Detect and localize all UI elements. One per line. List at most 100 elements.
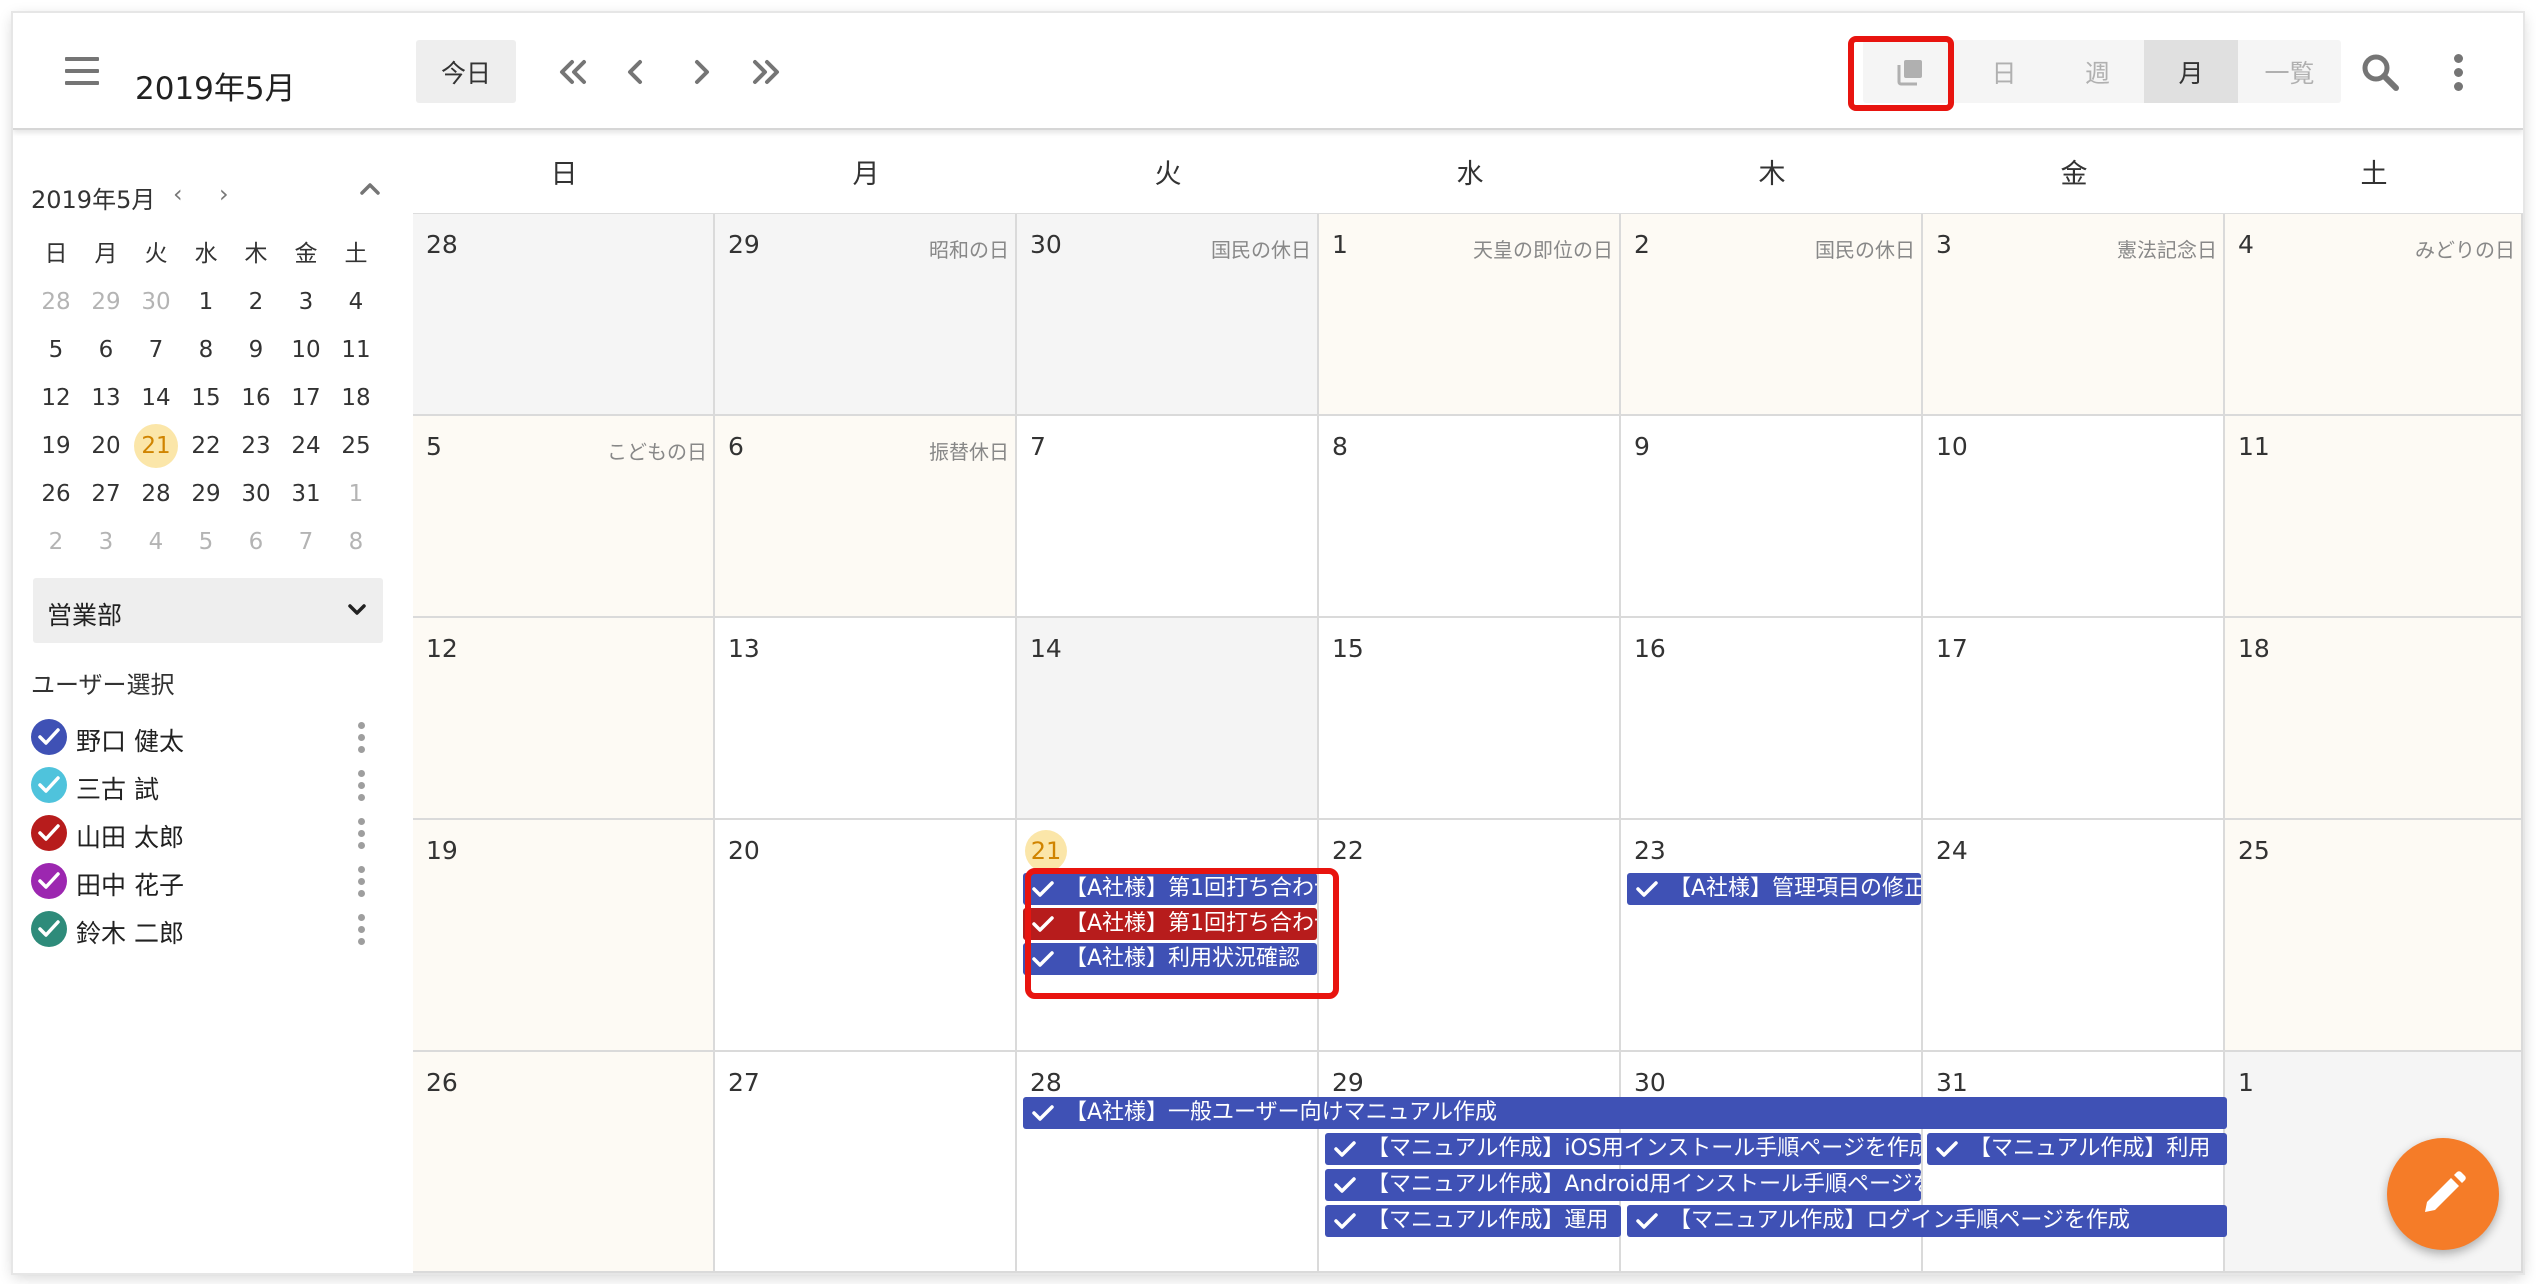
day-cell[interactable]: 15: [1319, 618, 1621, 820]
mini-day[interactable]: 28: [131, 470, 181, 518]
double-chevron-left-icon[interactable]: [552, 50, 596, 94]
mini-day[interactable]: 7: [281, 518, 331, 566]
day-cell[interactable]: 9: [1621, 416, 1923, 618]
mini-day[interactable]: 20: [81, 422, 131, 470]
day-cell[interactable]: 19: [413, 820, 715, 1052]
chevron-up-icon[interactable]: [355, 174, 385, 204]
create-event-button[interactable]: [2387, 1138, 2499, 1250]
day-cell[interactable]: 6 振替休日: [715, 416, 1017, 618]
day-cell[interactable]: 14: [1017, 618, 1319, 820]
mini-day[interactable]: 4: [331, 278, 381, 326]
event-chip[interactable]: 【A社様】管理項目の修正: [1627, 873, 1921, 905]
mini-day[interactable]: 26: [31, 470, 81, 518]
mini-day[interactable]: 19: [31, 422, 81, 470]
day-cell[interactable]: 26: [413, 1052, 715, 1273]
day-cell[interactable]: 30 国民の休日: [1017, 214, 1319, 416]
mini-day[interactable]: 2: [31, 518, 81, 566]
more-vertical-icon[interactable]: [2445, 50, 2473, 94]
mini-next-icon[interactable]: ›: [219, 180, 229, 208]
day-cell[interactable]: 17: [1923, 618, 2225, 820]
day-cell[interactable]: 20: [715, 820, 1017, 1052]
mini-day[interactable]: 3: [81, 518, 131, 566]
mini-day[interactable]: 27: [81, 470, 131, 518]
event-chip[interactable]: 【マニュアル作成】運用: [1325, 1205, 1621, 1237]
day-cell[interactable]: 1 天皇の即位の日: [1319, 214, 1621, 416]
mini-day[interactable]: 28: [31, 278, 81, 326]
day-cell[interactable]: 23: [1621, 820, 1923, 1052]
chevron-right-icon[interactable]: [679, 50, 723, 94]
event-chip[interactable]: 【A社様】第1回打ち合わせ: [1023, 873, 1317, 905]
mini-day[interactable]: 9: [231, 326, 281, 374]
user-checkbox-icon[interactable]: [31, 719, 67, 755]
menu-icon[interactable]: [65, 57, 99, 85]
more-vertical-icon[interactable]: [351, 719, 371, 755]
more-vertical-icon[interactable]: [351, 815, 371, 851]
mini-day[interactable]: 8: [181, 326, 231, 374]
day-cell[interactable]: 16: [1621, 618, 1923, 820]
day-cell[interactable]: 28: [1017, 1052, 1319, 1273]
event-chip[interactable]: 【マニュアル作成】ログイン手順ページを作成: [1627, 1205, 2227, 1237]
mini-day[interactable]: 17: [281, 374, 331, 422]
double-chevron-right-icon[interactable]: [743, 50, 787, 94]
mini-day[interactable]: 30: [231, 470, 281, 518]
day-cell[interactable]: 4 みどりの日: [2225, 214, 2523, 416]
user-checkbox-icon[interactable]: [31, 863, 67, 899]
day-cell[interactable]: 13: [715, 618, 1017, 820]
mini-day[interactable]: 10: [281, 326, 331, 374]
mini-day[interactable]: 4: [131, 518, 181, 566]
mini-day[interactable]: 5: [31, 326, 81, 374]
day-cell[interactable]: 24: [1923, 820, 2225, 1052]
day-cell[interactable]: 27: [715, 1052, 1017, 1273]
mini-day[interactable]: 29: [81, 278, 131, 326]
day-cell[interactable]: 22: [1319, 820, 1621, 1052]
view-week-button[interactable]: 週: [2051, 40, 2144, 103]
event-chip[interactable]: 【マニュアル作成】利用: [1927, 1133, 2227, 1165]
day-cell[interactable]: 3 憲法記念日: [1923, 214, 2225, 416]
mini-day[interactable]: 7: [131, 326, 181, 374]
mini-day[interactable]: 16: [231, 374, 281, 422]
multi-view-button[interactable]: [1863, 40, 1957, 103]
event-chip[interactable]: 【A社様】第1回打ち合わせ: [1023, 908, 1317, 940]
mini-day[interactable]: 18: [331, 374, 381, 422]
mini-day-today[interactable]: 21: [131, 422, 181, 470]
search-icon[interactable]: [2358, 50, 2402, 94]
mini-prev-icon[interactable]: ‹: [173, 180, 183, 208]
mini-day[interactable]: 14: [131, 374, 181, 422]
mini-day[interactable]: 3: [281, 278, 331, 326]
mini-day[interactable]: 24: [281, 422, 331, 470]
event-chip[interactable]: 【マニュアル作成】iOS用インストール手順ページを作成: [1325, 1133, 1921, 1165]
day-cell[interactable]: 11: [2225, 416, 2523, 618]
mini-day[interactable]: 12: [31, 374, 81, 422]
day-cell[interactable]: 10: [1923, 416, 2225, 618]
mini-day[interactable]: 25: [331, 422, 381, 470]
mini-day[interactable]: 30: [131, 278, 181, 326]
day-cell[interactable]: 25: [2225, 820, 2523, 1052]
more-vertical-icon[interactable]: [351, 911, 371, 947]
event-chip[interactable]: 【A社様】利用状況確認: [1023, 943, 1317, 975]
user-checkbox-icon[interactable]: [31, 767, 67, 803]
day-cell[interactable]: 7: [1017, 416, 1319, 618]
mini-day[interactable]: 29: [181, 470, 231, 518]
mini-day[interactable]: 1: [181, 278, 231, 326]
mini-day[interactable]: 11: [331, 326, 381, 374]
mini-day[interactable]: 15: [181, 374, 231, 422]
mini-day[interactable]: 5: [181, 518, 231, 566]
today-button[interactable]: 今日: [416, 40, 516, 103]
day-cell[interactable]: 12: [413, 618, 715, 820]
day-cell[interactable]: 29 昭和の日: [715, 214, 1017, 416]
user-checkbox-icon[interactable]: [31, 815, 67, 851]
department-select[interactable]: 営業部: [33, 578, 383, 643]
day-cell[interactable]: 5 こどもの日: [413, 416, 715, 618]
event-chip[interactable]: 【マニュアル作成】Android用インストール手順ページを作成: [1325, 1169, 1921, 1201]
day-cell[interactable]: 18: [2225, 618, 2523, 820]
mini-day[interactable]: 23: [231, 422, 281, 470]
mini-day[interactable]: 6: [231, 518, 281, 566]
mini-day[interactable]: 6: [81, 326, 131, 374]
mini-day[interactable]: 22: [181, 422, 231, 470]
view-month-button[interactable]: 月: [2144, 40, 2238, 103]
mini-day[interactable]: 1: [331, 470, 381, 518]
user-checkbox-icon[interactable]: [31, 911, 67, 947]
view-day-button[interactable]: 日: [1957, 40, 2051, 103]
view-list-button[interactable]: 一覧: [2238, 40, 2341, 103]
mini-day[interactable]: 8: [331, 518, 381, 566]
